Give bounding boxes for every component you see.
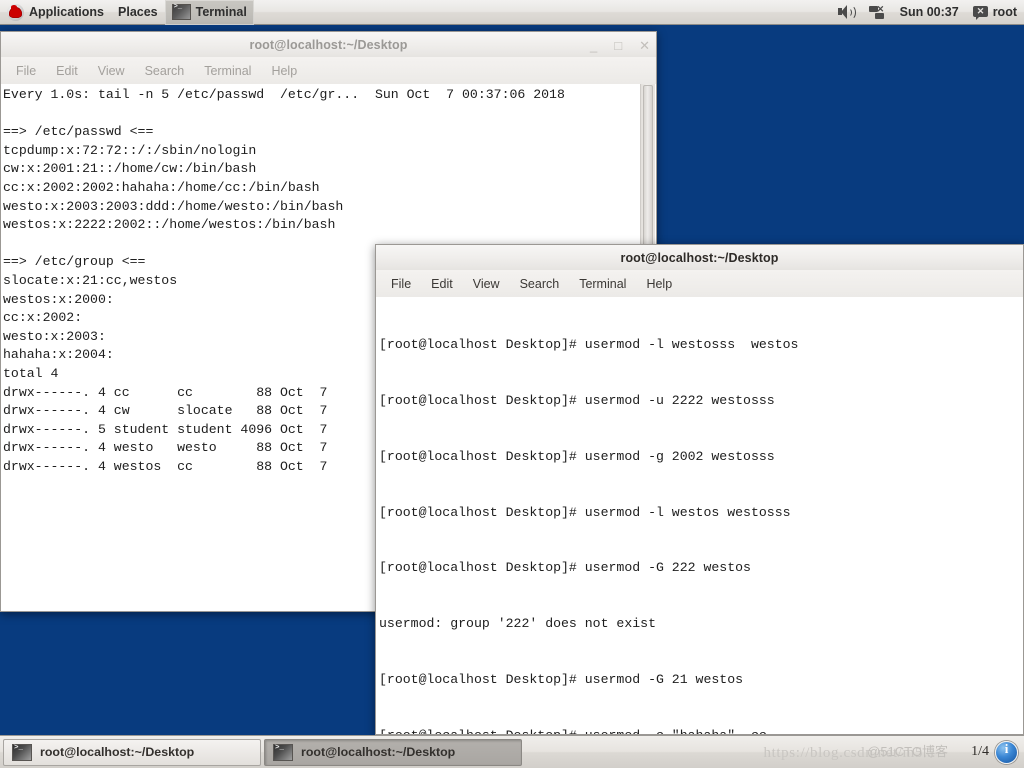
network-tray-button[interactable]: ✕ (861, 0, 893, 25)
window2-menubar: File Edit View Search Terminal Help (375, 270, 1024, 297)
window1-controls: _ □ ✕ (590, 32, 650, 58)
menu-file[interactable]: File (384, 275, 418, 293)
menu-help[interactable]: Help (639, 275, 679, 293)
terminal-icon (12, 743, 32, 761)
terminal-icon (171, 3, 191, 20)
window2-terminal-body[interactable]: [root@localhost Desktop]# usermod -l wes… (375, 297, 1024, 735)
top-panel: Applications Places Terminal ✕ Sun 00:37… (0, 0, 1024, 25)
terminal-line: [root@localhost Desktop]# usermod -u 222… (379, 392, 775, 408)
terminal-line: usermod: group '222' does not exist (379, 616, 656, 632)
terminal-line: [root@localhost Desktop]# usermod -c "ha… (379, 727, 1023, 734)
user-account-icon: ✕ (972, 5, 988, 20)
network-disconnected-icon: ✕ (868, 3, 886, 21)
menu-file[interactable]: File (9, 62, 43, 80)
terminal-window-2[interactable]: root@localhost:~/Desktop File Edit View … (375, 244, 1024, 735)
minimize-icon[interactable]: _ (590, 39, 597, 52)
menu-edit[interactable]: Edit (424, 275, 460, 293)
terminal-line: [root@localhost Desktop]# usermod -g 200… (379, 448, 775, 464)
places-menu-label: Places (118, 5, 158, 19)
redhat-logo-icon (7, 3, 24, 21)
menu-terminal[interactable]: Terminal (572, 275, 633, 293)
window1-title: root@localhost:~/Desktop (249, 37, 408, 52)
volume-tray-button[interactable] (829, 0, 861, 25)
window2-titlebar[interactable]: root@localhost:~/Desktop (375, 244, 1024, 270)
window1-menubar: File Edit View Search Terminal Help (0, 57, 657, 84)
applications-menu-label: Applications (29, 5, 105, 19)
window2-terminal-output: [root@localhost Desktop]# usermod -l wes… (376, 297, 1023, 734)
menu-search[interactable]: Search (138, 62, 192, 80)
taskbar-button-window1[interactable]: root@localhost:~/Desktop (3, 738, 261, 766)
maximize-icon[interactable]: □ (614, 39, 622, 52)
window1-titlebar[interactable]: root@localhost:~/Desktop _ □ ✕ (0, 31, 657, 57)
window-menu-terminal[interactable]: Terminal (164, 0, 254, 25)
menu-help[interactable]: Help (264, 62, 304, 80)
menu-view[interactable]: View (466, 275, 507, 293)
user-menu[interactable]: ✕ root (966, 0, 1024, 25)
taskbar-button-window2[interactable]: root@localhost:~/Desktop (264, 738, 522, 766)
window2-title: root@localhost:~/Desktop (620, 250, 779, 265)
menu-terminal[interactable]: Terminal (197, 62, 258, 80)
taskbar-button-window1-label: root@localhost:~/Desktop (40, 745, 195, 759)
clock-label: Sun 00:37 (899, 5, 959, 19)
clock[interactable]: Sun 00:37 (893, 0, 966, 25)
terminal-line: [root@localhost Desktop]# usermod -G 21 … (379, 671, 744, 687)
taskbar: root@localhost:~/Desktop root@localhost:… (0, 735, 1024, 768)
terminal-line: [root@localhost Desktop]# usermod -l wes… (379, 337, 799, 353)
user-menu-label: root (992, 5, 1017, 19)
menu-edit[interactable]: Edit (49, 62, 85, 80)
watermark-url: https://blog.csdn.net/m5... (763, 745, 936, 761)
places-menu[interactable]: Places (111, 0, 165, 25)
watermark-tag: @51CTO博客 (867, 744, 948, 759)
terminal-line: [root@localhost Desktop]# usermod -G 222… (379, 560, 751, 576)
menu-view[interactable]: View (91, 62, 132, 80)
window-menu-terminal-label: Terminal (195, 5, 247, 19)
close-icon[interactable]: ✕ (639, 39, 650, 52)
taskbar-button-window2-label: root@localhost:~/Desktop (301, 745, 456, 759)
terminal-line: [root@localhost Desktop]# usermod -l wes… (379, 504, 791, 520)
desktop: Applications Places Terminal ✕ Sun 00:37… (0, 0, 1024, 768)
terminal-icon (273, 743, 293, 761)
speaker-icon (836, 3, 856, 21)
menu-search[interactable]: Search (513, 275, 567, 293)
info-icon[interactable] (995, 740, 1018, 764)
workspace-indicator[interactable]: 1/4 (971, 744, 989, 760)
applications-menu[interactable]: Applications (0, 0, 111, 25)
